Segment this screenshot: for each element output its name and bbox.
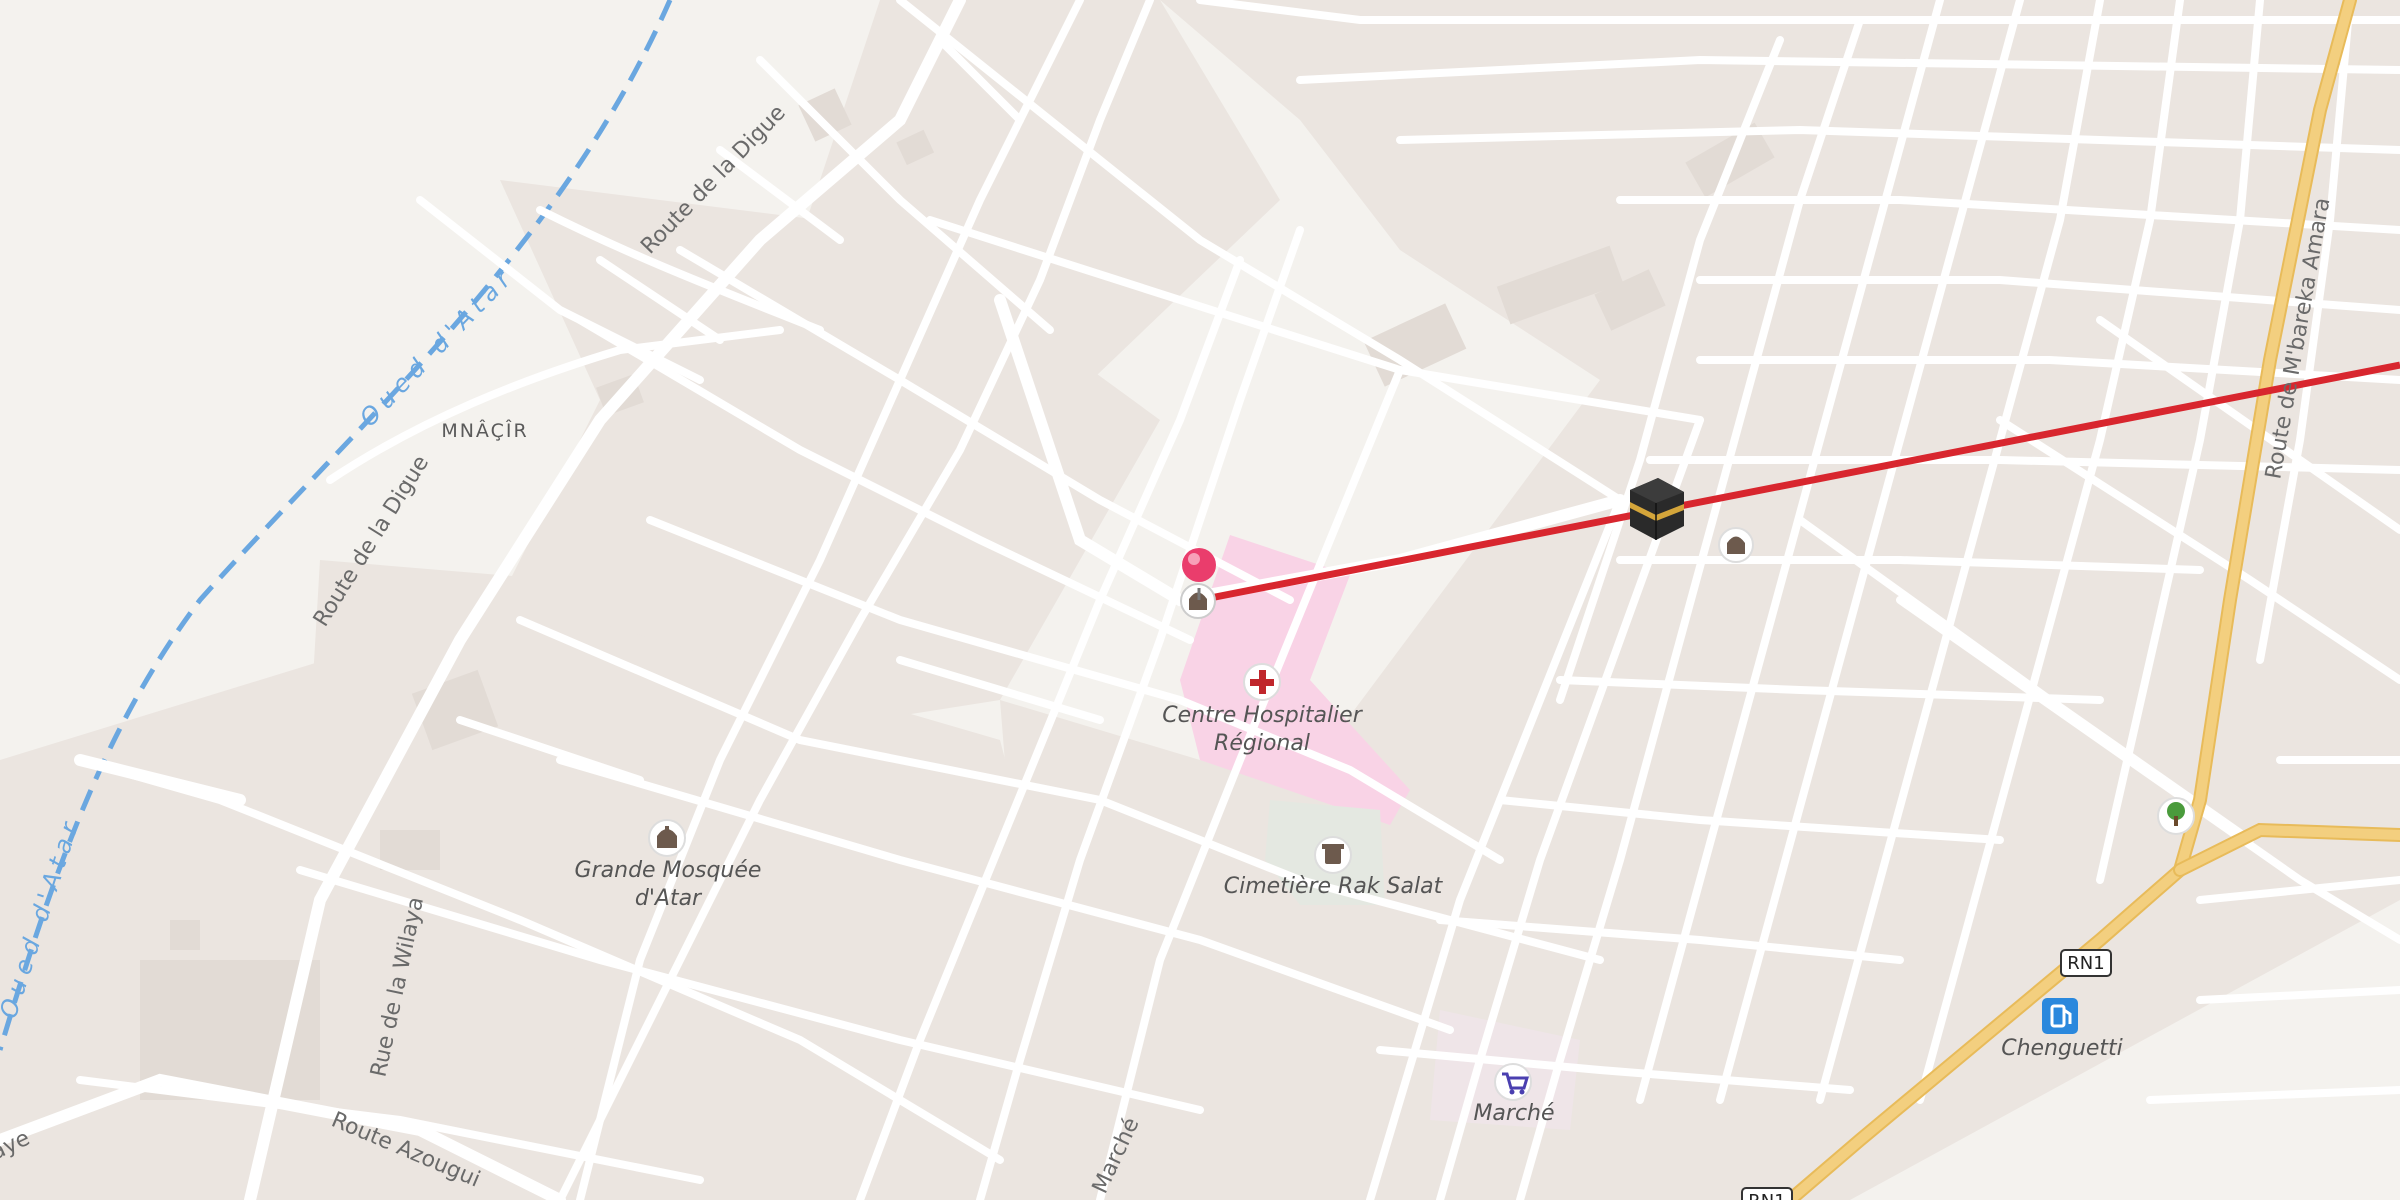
cemetery-icon — [1322, 844, 1344, 864]
rn1-label: RN1 — [2067, 953, 2104, 974]
hospital-label-line2: Régional — [1214, 731, 1310, 756]
market-label: Marché — [1473, 1101, 1554, 1126]
mosque-label-line1: Grande Mosquée — [575, 858, 762, 883]
mosque-label-line2: d'Atar — [635, 886, 703, 911]
mosque-poi-east[interactable] — [1718, 527, 1754, 563]
area-label: MNÂÇÎR — [441, 419, 528, 442]
rn1-shield: RN1 — [2060, 949, 2112, 977]
fuel-station-label: Chenguetti — [2001, 1036, 2123, 1061]
map-canvas[interactable]: Route de la Digue Route de la Digue Rout… — [0, 0, 2400, 1200]
park-poi[interactable] — [2157, 797, 2195, 835]
hospital-label-line1: Centre Hospitalier — [1162, 703, 1363, 728]
cemetery-label: Cimetière Rak Salat — [1224, 874, 1444, 899]
rn1-label-bottom: RN1 — [1748, 1191, 1785, 1200]
map-layer: Route de la Digue Route de la Digue Rout… — [0, 0, 2400, 1200]
rn1-shield-bottom: RN1 — [1741, 1187, 1793, 1200]
